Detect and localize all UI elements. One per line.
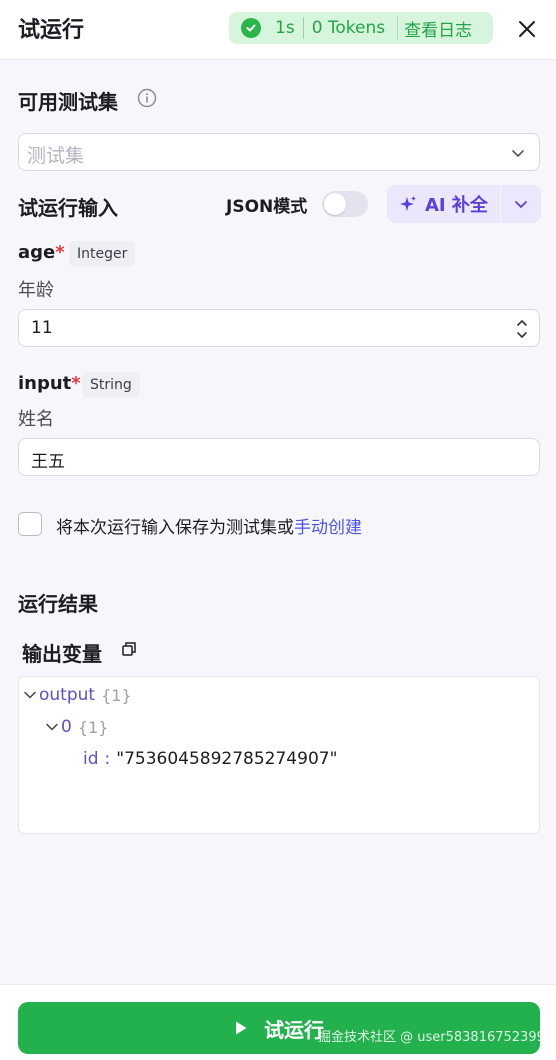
badge-divider [397,16,399,40]
tree-count: {1} [77,717,109,737]
age-value: 11 [31,318,53,338]
run-duration: 1s [275,18,295,38]
tree-key: 0 [61,717,72,737]
success-check-icon [241,18,261,38]
field-name-text: age [18,242,56,263]
field-name-age: age* [18,242,65,263]
field-name-text: input [18,373,72,394]
panel-title: 试运行 [18,18,85,43]
test-run-label: 试运行 [264,1017,324,1042]
chevron-down-icon[interactable] [45,720,59,734]
ai-complete-button[interactable]: AI 补全 [387,185,500,223]
output-json-viewer: output {1} 0 {1} id : "75360458927852749… [18,676,540,834]
chevron-down-icon[interactable] [517,332,527,339]
tree-node-item[interactable]: 0 {1} [45,717,108,737]
chevron-down-icon [512,150,524,158]
run-status-badge: 1s 0 Tokens 查看日志 [229,12,493,44]
test-set-placeholder: 测试集 [27,145,85,167]
ai-complete-dropdown[interactable] [501,185,541,223]
manual-create-link[interactable]: 手动创建 [294,518,362,538]
info-icon[interactable] [137,88,157,108]
field-description: 年龄 [18,280,54,301]
tree-count: {1} [101,685,132,705]
save-test-set-text: 将本次运行输入保存为测试集或手动创建 [56,513,362,538]
chevron-down-icon [515,201,527,209]
type-tag: String [82,372,140,398]
toggle-knob [324,193,346,215]
json-mode-toggle[interactable] [322,191,368,217]
tree-key: output [39,685,96,705]
save-test-set-checkbox[interactable] [18,512,42,536]
chevron-down-icon[interactable] [23,688,37,702]
tree-leaf-id: id : "7536045892785274907" [83,749,337,769]
play-icon [236,1021,247,1035]
test-set-select[interactable]: 测试集 [18,133,540,171]
panel-header: 试运行 1s 0 Tokens 查看日志 [0,0,556,60]
age-number-input[interactable]: 11 [18,309,540,347]
tree-separator: : [104,749,111,769]
ai-complete-label: AI 补全 [425,195,488,216]
view-log-link[interactable]: 查看日志 [404,16,472,41]
test-set-label: 可用测试集 [18,90,118,114]
save-option-label: 将本次运行输入保存为测试集或 [56,518,294,538]
tree-value: "7536045892785274907" [116,749,338,769]
badge-divider [302,17,304,39]
tree-node-output[interactable]: output {1} [23,685,132,705]
name-value: 王五 [31,452,65,472]
close-icon [519,21,535,37]
run-input-label: 试运行输入 [18,196,118,220]
sparkle-icon [400,196,416,211]
output-variables-label: 输出变量 [22,642,102,666]
copy-icon[interactable] [121,641,137,657]
required-mark: * [71,373,81,394]
token-count: 0 Tokens [311,18,386,38]
watermark: 掘金技术社区 @ user5838167523996 [318,1030,554,1045]
name-text-input[interactable]: 王五 [18,438,540,476]
tree-key: id [83,749,99,769]
number-stepper[interactable] [515,315,529,343]
chevron-up-icon[interactable] [517,319,527,326]
close-button[interactable] [514,16,540,42]
field-description: 姓名 [18,409,54,430]
required-mark: * [55,242,65,263]
type-tag: Integer [69,241,136,267]
result-label: 运行结果 [18,592,98,616]
json-mode-label: JSON模式 [226,197,308,217]
field-name-input: input* [18,373,81,394]
